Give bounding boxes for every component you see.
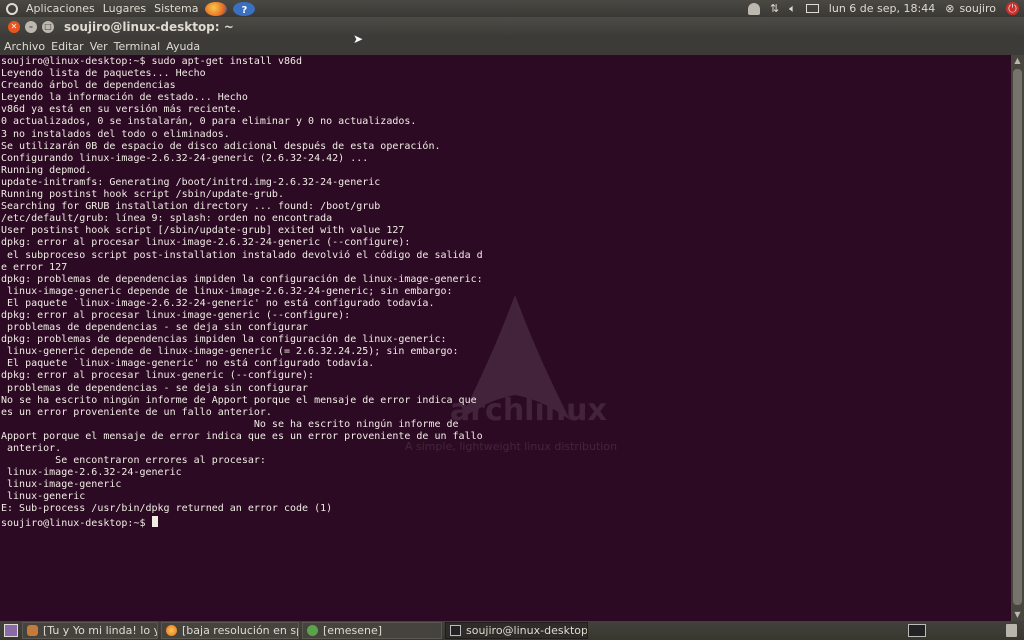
terminal-line: Creando árbol de dependencias [1, 80, 176, 92]
firefox-launcher-icon[interactable] [205, 1, 228, 16]
terminal-line: Se encontraron errores al procesar: [1, 455, 266, 467]
minimize-icon[interactable]: – [25, 21, 37, 33]
close-icon[interactable]: ✕ [8, 21, 20, 33]
terminal-line: Running postinst hook script /sbin/updat… [1, 189, 284, 201]
menu-sistema[interactable]: Sistema [150, 0, 202, 17]
terminal-line: linux-image-2.6.32-24-generic [1, 467, 182, 479]
terminal-line: dpkg: problemas de dependencias impiden … [1, 273, 483, 285]
terminal-line: linux-generic [1, 491, 86, 503]
help-icon[interactable]: ? [233, 1, 256, 16]
clock[interactable]: lun 6 de sep, 18:44 [829, 2, 935, 15]
terminal-line: dpkg: error al procesar linux-image-gene… [1, 309, 351, 321]
terminal-line: v86d ya está en su versión más reciente. [1, 104, 242, 116]
menu-aplicaciones[interactable]: Aplicaciones [22, 0, 99, 17]
terminal-line: El paquete `linux-image-2.6.32-24-generi… [1, 297, 435, 309]
task-label: [Tu y Yo mi linda! lo yu... [43, 624, 157, 637]
terminal-icon [450, 625, 461, 636]
terminal-line: Se utilizarán 0B de espacio de disco adi… [1, 140, 441, 152]
terminal-line: linux-image-generic [1, 479, 122, 491]
terminal-line: linux-image-generic depende de linux-ima… [1, 285, 453, 297]
terminal-line: dpkg: error al procesar linux-image-2.6.… [1, 237, 411, 249]
terminal-prompt: soujiro@linux-desktop:~$ [1, 517, 152, 529]
menu-editar[interactable]: Editar [48, 40, 87, 53]
session-icon: ⊗ [945, 2, 955, 15]
window-titlebar[interactable]: ✕ – □ soujiro@linux-desktop: ~ [0, 17, 1024, 37]
terminal-cursor [151, 515, 158, 527]
terminal-view[interactable]: archlinux A simple, lightweight linux di… [0, 55, 1011, 621]
power-icon[interactable]: ⏻ [1006, 2, 1019, 15]
terminal-line: User postinst hook script [/sbin/update-… [1, 225, 405, 237]
terminal-line: El paquete `linux-image-generic' no está… [1, 358, 375, 370]
window-title: soujiro@linux-desktop: ~ [64, 20, 234, 34]
workspace-terminal-icon[interactable] [908, 624, 926, 637]
menu-ayuda[interactable]: Ayuda [163, 40, 203, 53]
terminal-line: Leyendo lista de paquetes... Hecho [1, 68, 206, 80]
terminal-line: 3 no instalados del todo o eliminados. [1, 128, 230, 140]
person-icon [27, 625, 38, 636]
terminal-line: Searching for GRUB installation director… [1, 201, 381, 213]
terminal-line: anterior. [1, 443, 62, 454]
top-panel: Aplicaciones Lugares Sistema ? ⇅ 🔈︎ lun … [0, 0, 1024, 17]
maximize-icon[interactable]: □ [42, 21, 54, 33]
menu-lugares[interactable]: Lugares [99, 0, 150, 17]
terminal-line: problemas de dependencias - se deja sin … [1, 322, 309, 334]
taskbar-item-emesene[interactable]: [emesene] [302, 622, 442, 639]
system-tray: ⇅ 🔈︎ lun 6 de sep, 18:44 ⊗ soujiro ⏻ [743, 0, 1024, 17]
mouse-pointer-icon: ➤ [353, 32, 364, 46]
top-menus: Aplicaciones Lugares Sistema ? [0, 0, 258, 17]
terminal-line: No se ha escrito ningún informe de [1, 418, 459, 430]
mail-icon[interactable] [805, 4, 819, 13]
scroll-down-icon[interactable]: ▼ [1011, 609, 1024, 621]
terminal-line: 0 actualizados, 0 se instalarán, 0 para … [1, 116, 417, 128]
terminal-line: /etc/default/grub: línea 9: splash: orde… [1, 213, 333, 225]
task-label: [emesene] [323, 624, 383, 637]
terminal-line: problemas de dependencias - se deja sin … [1, 382, 309, 394]
terminal-output: soujiro@linux-desktop:~$ sudo apt-get in… [1, 56, 483, 530]
terminal-scrollbar[interactable]: ▲ ▼ [1011, 55, 1024, 621]
taskbar-item-terminal[interactable]: soujiro@linux-desktop: ~ [445, 622, 588, 639]
user-name[interactable]: soujiro [959, 2, 996, 15]
terminal-line: e error 127 [1, 261, 68, 273]
scroll-up-icon[interactable]: ▲ [1011, 55, 1024, 67]
menu-terminal[interactable]: Terminal [111, 40, 164, 53]
terminal-line: No se ha escrito ningún informe de Appor… [1, 394, 477, 406]
terminal-line: Running depmod. [1, 164, 92, 176]
user-status-icon[interactable] [747, 2, 760, 15]
bottom-panel: [Tu y Yo mi linda! lo yu... [baja resolu… [0, 621, 1024, 640]
terminal-line: E: Sub-process /usr/bin/dpkg returned an… [1, 503, 333, 515]
taskbar-item-firefox[interactable]: [baja resolución en spl... [161, 622, 299, 639]
terminal-line: Configurando linux-image-2.6.32-24-gener… [1, 152, 369, 164]
terminal-line: el subproceso script post-installation i… [1, 249, 483, 261]
taskbar-item-tu-y-yo[interactable]: [Tu y Yo mi linda! lo yu... [22, 622, 158, 639]
show-desktop-icon[interactable] [4, 624, 18, 637]
terminal-line: linux-generic depende de linux-image-gen… [1, 346, 459, 358]
terminal-menubar: Archivo Editar Ver Terminal Ayuda [0, 37, 1024, 55]
trash-icon[interactable] [1006, 624, 1017, 637]
menu-archivo[interactable]: Archivo [0, 40, 48, 53]
volume-icon[interactable]: 🔈︎ [789, 2, 796, 16]
scrollbar-thumb[interactable] [1013, 69, 1022, 605]
task-label: soujiro@linux-desktop: ~ [466, 624, 588, 637]
terminal-line: Leyendo la información de estado... Hech… [1, 92, 248, 104]
task-label: [baja resolución en spl... [182, 624, 298, 637]
terminal-line: es un error proveniente de un fallo ante… [1, 406, 272, 418]
ubuntu-logo-icon[interactable] [6, 2, 18, 15]
terminal-line: soujiro@linux-desktop:~$ sudo apt-get in… [1, 56, 303, 67]
terminal-line: dpkg: error al procesar linux-generic (-… [1, 370, 315, 382]
menu-ver[interactable]: Ver [87, 40, 111, 53]
emesene-icon [307, 625, 318, 636]
terminal-line: dpkg: problemas de dependencias impiden … [1, 334, 447, 346]
terminal-line: Apport porque el mensaje de error indica… [1, 430, 483, 442]
terminal-line: update-initramfs: Generating /boot/initr… [1, 176, 381, 188]
network-icon[interactable]: ⇅ [770, 2, 779, 15]
firefox-icon [166, 625, 177, 636]
